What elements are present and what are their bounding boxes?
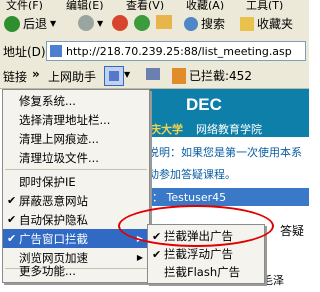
links-chevron[interactable]: » bbox=[32, 67, 40, 81]
helper-dropdown-menu: 修复系统... 选择清理地址栏... 清理上网痕迹... 清理垃圾文件... 即… bbox=[2, 89, 150, 283]
checklist-icon bbox=[109, 71, 119, 81]
site-logo: DEC bbox=[186, 95, 222, 114]
highlight-ring bbox=[118, 205, 274, 247]
hand-block-icon bbox=[172, 67, 186, 84]
dropdown-icon[interactable]: ▼ bbox=[50, 19, 56, 28]
answer-label[interactable]: 答疑 bbox=[280, 222, 304, 239]
home-button[interactable] bbox=[156, 15, 172, 29]
refresh-button[interactable] bbox=[134, 15, 150, 31]
check-icon: ✔ bbox=[7, 194, 17, 207]
menu-item-clear-traces[interactable]: 清理上网痕迹... bbox=[3, 129, 149, 148]
forward-arrow-icon bbox=[78, 15, 94, 31]
address-input[interactable]: http://218.70.239.25:88/list_meeting.asp bbox=[46, 41, 306, 61]
popup-blocker-indicator[interactable]: 已拦截:452 bbox=[172, 67, 252, 84]
forward-button[interactable]: ▼ bbox=[78, 15, 103, 31]
stop-icon bbox=[112, 15, 128, 31]
page-icon bbox=[50, 45, 62, 57]
menu-separator bbox=[5, 169, 147, 170]
address-url: http://218.70.239.25:88/list_meeting.asp bbox=[66, 44, 292, 58]
address-bar: 地址(D) http://218.70.239.25:88/list_meeti… bbox=[0, 38, 309, 65]
check-icon: ✔ bbox=[7, 213, 17, 226]
notice-text-2: 动参加答疑课程。 bbox=[148, 168, 236, 181]
address-label: 地址(D) bbox=[3, 45, 46, 59]
menu-item-clear-junk[interactable]: 清理垃圾文件... bbox=[3, 148, 149, 167]
menu-item-repair-system[interactable]: 修复系统... bbox=[3, 91, 149, 110]
school-department: 网络教育学院 bbox=[196, 123, 262, 136]
refresh-icon bbox=[134, 15, 150, 31]
submenu-item-block-floating[interactable]: ✔ 拦截浮动广告 bbox=[148, 245, 264, 263]
shangwang-helper[interactable]: 上网助手 bbox=[48, 68, 96, 85]
links-bar: 链接 » 上网助手 ▼ 已拦截:452 bbox=[0, 64, 309, 89]
check-icon: ✔ bbox=[152, 247, 162, 261]
school-name: 庆大学 bbox=[150, 123, 183, 136]
check-icon: ✔ bbox=[7, 232, 17, 245]
page-bottom-text: 毛泽 bbox=[262, 274, 284, 287]
back-button[interactable]: 后退 ▼ bbox=[4, 15, 56, 32]
menu-item-protect-ie[interactable]: 即时保护IE bbox=[3, 172, 149, 191]
user-name: ： Testuser45 bbox=[152, 191, 227, 204]
back-arrow-icon bbox=[4, 15, 20, 32]
search-icon bbox=[184, 16, 198, 31]
eraser-icon[interactable] bbox=[146, 68, 160, 80]
dropdown-icon[interactable]: ▼ bbox=[97, 19, 103, 28]
submenu-item-block-flash[interactable]: 拦截Flash广告 bbox=[148, 263, 264, 281]
menu-item-more[interactable]: 更多功能... bbox=[3, 261, 149, 280]
links-label: 链接 bbox=[3, 70, 28, 84]
user-bar: ： Testuser45 bbox=[148, 188, 309, 206]
favorites-button[interactable]: 收藏夹 bbox=[240, 15, 293, 32]
home-icon bbox=[156, 15, 172, 29]
dropdown-arrow-icon[interactable]: ▼ bbox=[124, 70, 130, 79]
search-button[interactable]: 搜索 bbox=[184, 15, 225, 32]
notice-text: 说明：如果您是第一次使用本系 bbox=[148, 146, 302, 159]
toolbar: 后退 ▼ ▼ 搜索 收藏夹 bbox=[0, 10, 309, 39]
stop-button[interactable] bbox=[112, 15, 128, 31]
favorites-icon bbox=[240, 16, 254, 31]
menu-item-clear-address[interactable]: 选择清理地址栏... bbox=[3, 110, 149, 129]
helper-dropdown-button[interactable] bbox=[104, 66, 124, 86]
menu-item-block-malicious[interactable]: ✔ 屏蔽恶意网站 bbox=[3, 191, 149, 210]
